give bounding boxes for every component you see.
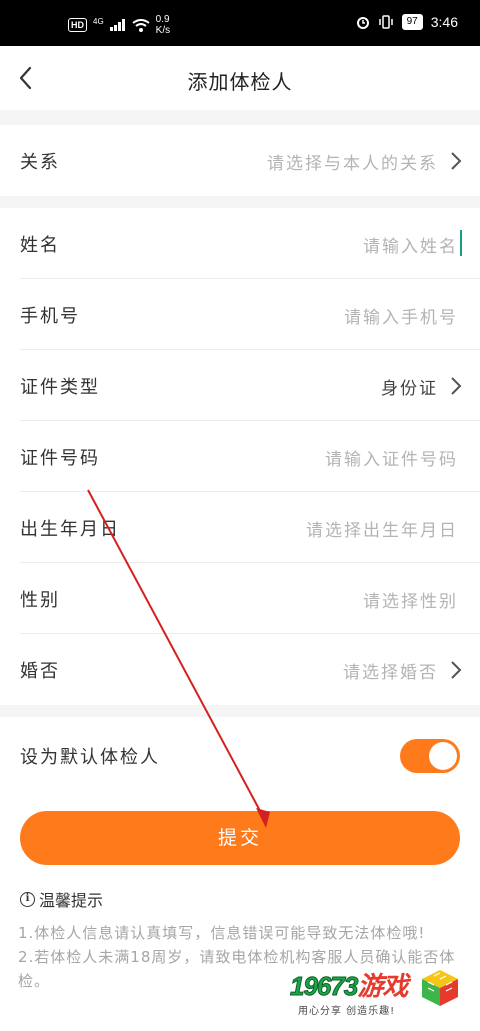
status-bar: HD 4G 0.9 K/s 97 3:46	[0, 0, 480, 46]
wifi-icon	[132, 18, 150, 32]
gender-row[interactable]: 性别 请选择性别	[20, 563, 480, 634]
birthdate-picker[interactable]: 请选择出生年月日	[306, 516, 458, 541]
network-speed: 0.9 K/s	[156, 14, 170, 36]
phone-input[interactable]: 请输入手机号	[344, 303, 458, 328]
nav-bar: 添加体检人	[0, 46, 480, 110]
name-label: 姓名	[20, 235, 60, 256]
relation-label: 关系	[20, 152, 60, 173]
battery-indicator: 97	[401, 14, 423, 30]
default-section: 设为默认体检人	[0, 717, 480, 795]
birthdate-label: 出生年月日	[20, 519, 120, 540]
speed-unit: K/s	[155, 25, 171, 36]
relation-row[interactable]: 关系 请选择与本人的关系	[20, 125, 480, 196]
submit-button[interactable]: 提交	[20, 811, 460, 865]
name-row[interactable]: 姓名 请输入姓名	[20, 208, 480, 279]
site-watermark: 19673游戏 用心分享 创造乐趣!	[286, 966, 480, 1022]
network-type: 4G	[93, 16, 104, 26]
marital-label: 婚否	[20, 661, 60, 682]
relation-placeholder: 请选择与本人的关系	[267, 154, 438, 174]
hd-badge: HD	[68, 18, 87, 32]
default-toggle-switch[interactable]	[400, 739, 460, 773]
info-icon: i	[20, 891, 35, 907]
vibrate-icon	[378, 15, 393, 29]
watermark-slogan: 用心分享 创造乐趣!	[298, 1006, 396, 1017]
id-number-label: 证件号码	[20, 448, 100, 469]
alarm-icon	[356, 17, 369, 29]
cube-logo-icon	[422, 970, 458, 1006]
tips-title-text: 温馨提示	[39, 891, 104, 910]
id-type-label: 证件类型	[20, 377, 100, 398]
page-title: 添加体检人	[187, 70, 293, 94]
watermark-brand: 19673游戏	[289, 966, 408, 1003]
default-label: 设为默认体检人	[20, 747, 160, 768]
text-cursor	[460, 230, 462, 256]
id-number-input[interactable]: 请输入证件号码	[325, 445, 458, 470]
toggle-knob	[429, 742, 457, 770]
marital-picker[interactable]: 请选择婚否	[343, 658, 438, 683]
gender-label: 性别	[20, 590, 60, 611]
gender-picker[interactable]: 请选择性别	[363, 587, 458, 612]
name-input[interactable]: 请输入姓名	[363, 232, 458, 257]
chevron-right-icon	[451, 377, 462, 395]
chevron-right-icon	[451, 152, 462, 170]
tip-line-1: 1.体检人信息请认真填写，信息错误可能导致无法体检哦!	[18, 924, 426, 942]
status-left: HD 4G 0.9 K/s	[68, 14, 170, 36]
id-number-row[interactable]: 证件号码 请输入证件号码	[20, 421, 480, 492]
birthdate-row[interactable]: 出生年月日 请选择出生年月日	[20, 492, 480, 563]
watermark-text: 游戏	[357, 971, 408, 1001]
phone-label: 手机号	[20, 306, 80, 327]
signal-icon	[109, 19, 125, 31]
status-right: 97 3:46	[356, 14, 458, 30]
id-type-value: 身份证	[381, 379, 438, 399]
watermark-number: 19673	[289, 971, 358, 1002]
chevron-right-icon	[451, 661, 462, 679]
default-row: 设为默认体检人	[20, 717, 480, 795]
marital-row[interactable]: 婚否 请选择婚否	[20, 634, 480, 705]
personal-info-section: 姓名 请输入姓名 手机号 请输入手机号 证件类型 身份证 证件号码 请输入证件号…	[0, 208, 480, 705]
speed-value: 0.9	[155, 14, 170, 25]
tips-title: i 温馨提示	[20, 887, 103, 911]
id-type-row[interactable]: 证件类型 身份证	[20, 350, 480, 421]
phone-row[interactable]: 手机号 请输入手机号	[20, 279, 480, 350]
relation-section: 关系 请选择与本人的关系	[0, 125, 480, 196]
clock: 3:46	[430, 14, 458, 30]
